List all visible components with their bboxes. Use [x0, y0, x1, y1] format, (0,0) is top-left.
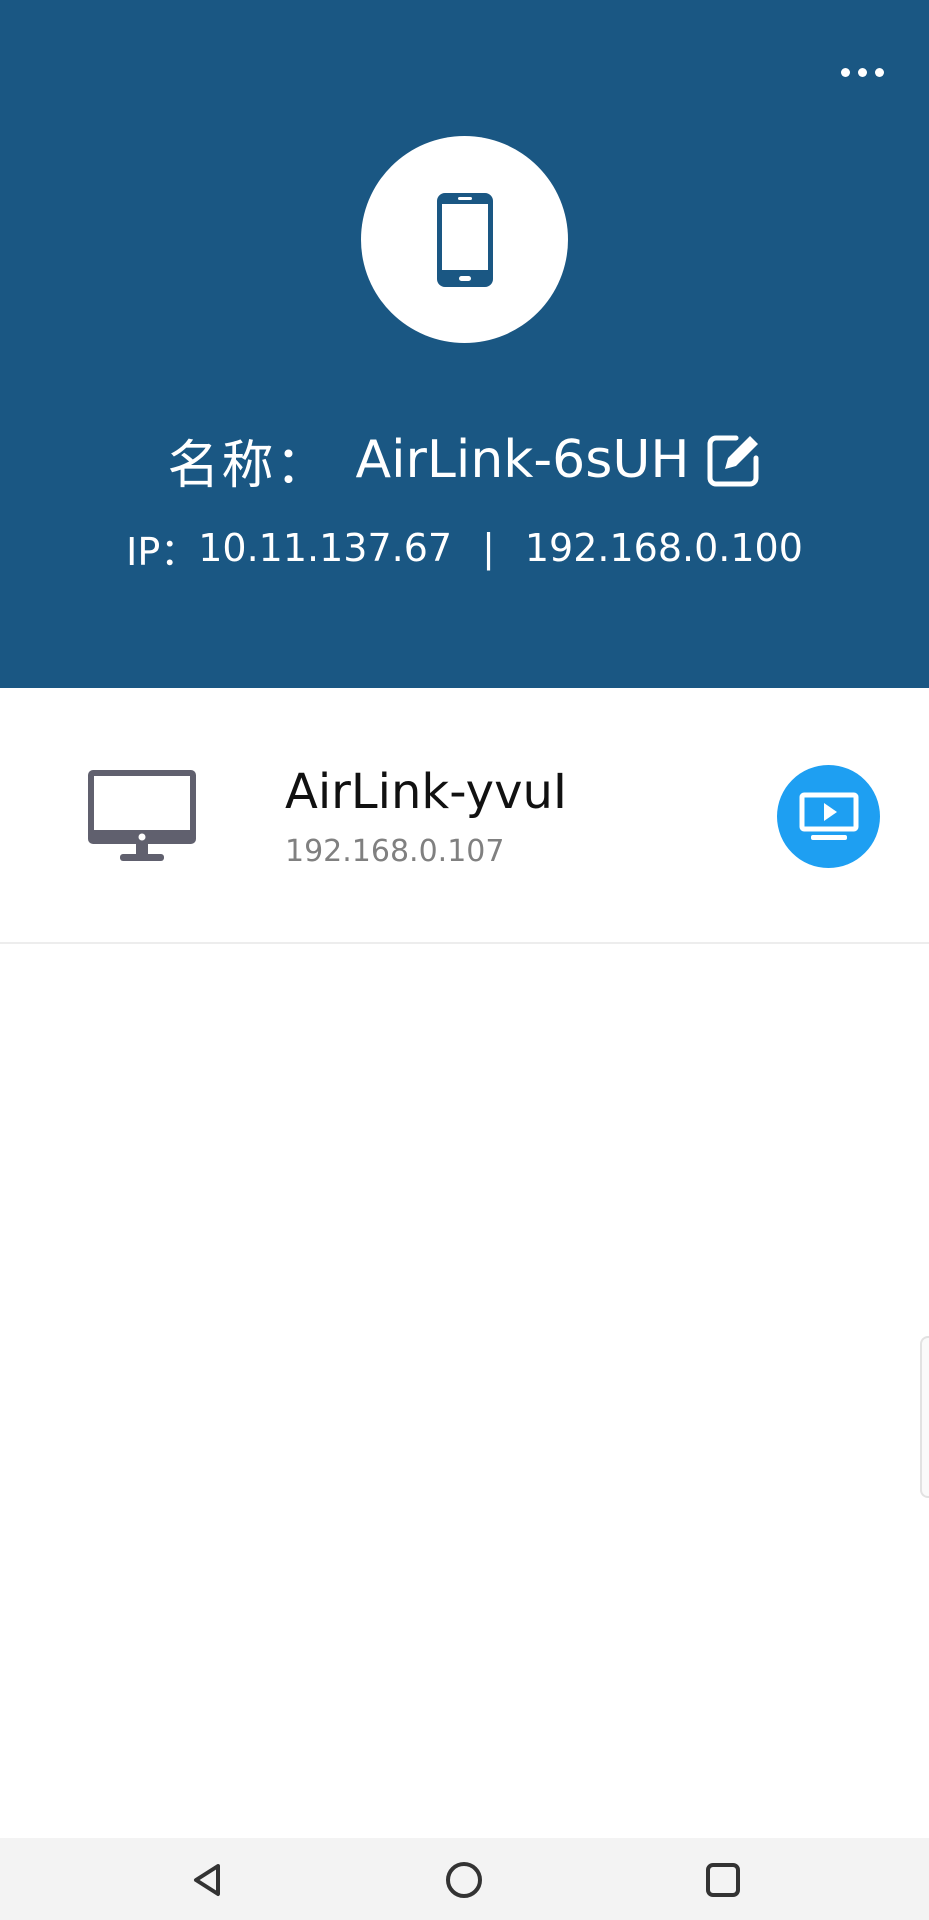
ip-address-row: IP： 10.11.137.67 | 192.168.0.100	[0, 520, 929, 576]
edit-icon[interactable]	[706, 432, 762, 488]
device-avatar	[361, 136, 568, 343]
ip-secondary: 192.168.0.100	[524, 526, 803, 570]
more-dot	[857, 67, 867, 77]
recents-square-icon	[706, 1863, 740, 1897]
screen-cast-icon	[799, 792, 858, 840]
nav-home-button[interactable]	[434, 1850, 494, 1910]
side-drawer-handle[interactable]	[920, 1336, 929, 1498]
cast-button[interactable]	[777, 765, 880, 868]
more-dot	[874, 67, 884, 77]
home-circle-icon	[446, 1862, 482, 1898]
name-label: 名称：	[167, 435, 330, 496]
device-list-item[interactable]: AirLink-yvuI 192.168.0.107	[0, 688, 929, 944]
nav-recents-button[interactable]	[693, 1850, 753, 1910]
more-horizontal-icon	[840, 67, 850, 77]
system-navigation-bar	[0, 1838, 929, 1920]
ip-label: IP：	[126, 529, 199, 574]
ip-separator: |	[482, 526, 495, 570]
device-header: 名称： AirLink-6sUH IP： 10.11.137.67 | 192.…	[0, 0, 929, 688]
more-options-button[interactable]	[826, 52, 898, 92]
device-name: AirLink-6sUH	[355, 430, 690, 490]
device-ip: 192.168.0.107	[285, 834, 505, 869]
back-triangle-icon	[194, 1864, 220, 1896]
nav-back-button[interactable]	[178, 1850, 238, 1910]
smartphone-icon	[436, 192, 493, 287]
ip-primary: 10.11.137.67	[198, 526, 453, 570]
desktop-monitor-icon	[88, 770, 196, 861]
device-name: AirLink-yvuI	[285, 764, 568, 820]
device-name-row: 名称： AirLink-6sUH	[0, 422, 929, 498]
